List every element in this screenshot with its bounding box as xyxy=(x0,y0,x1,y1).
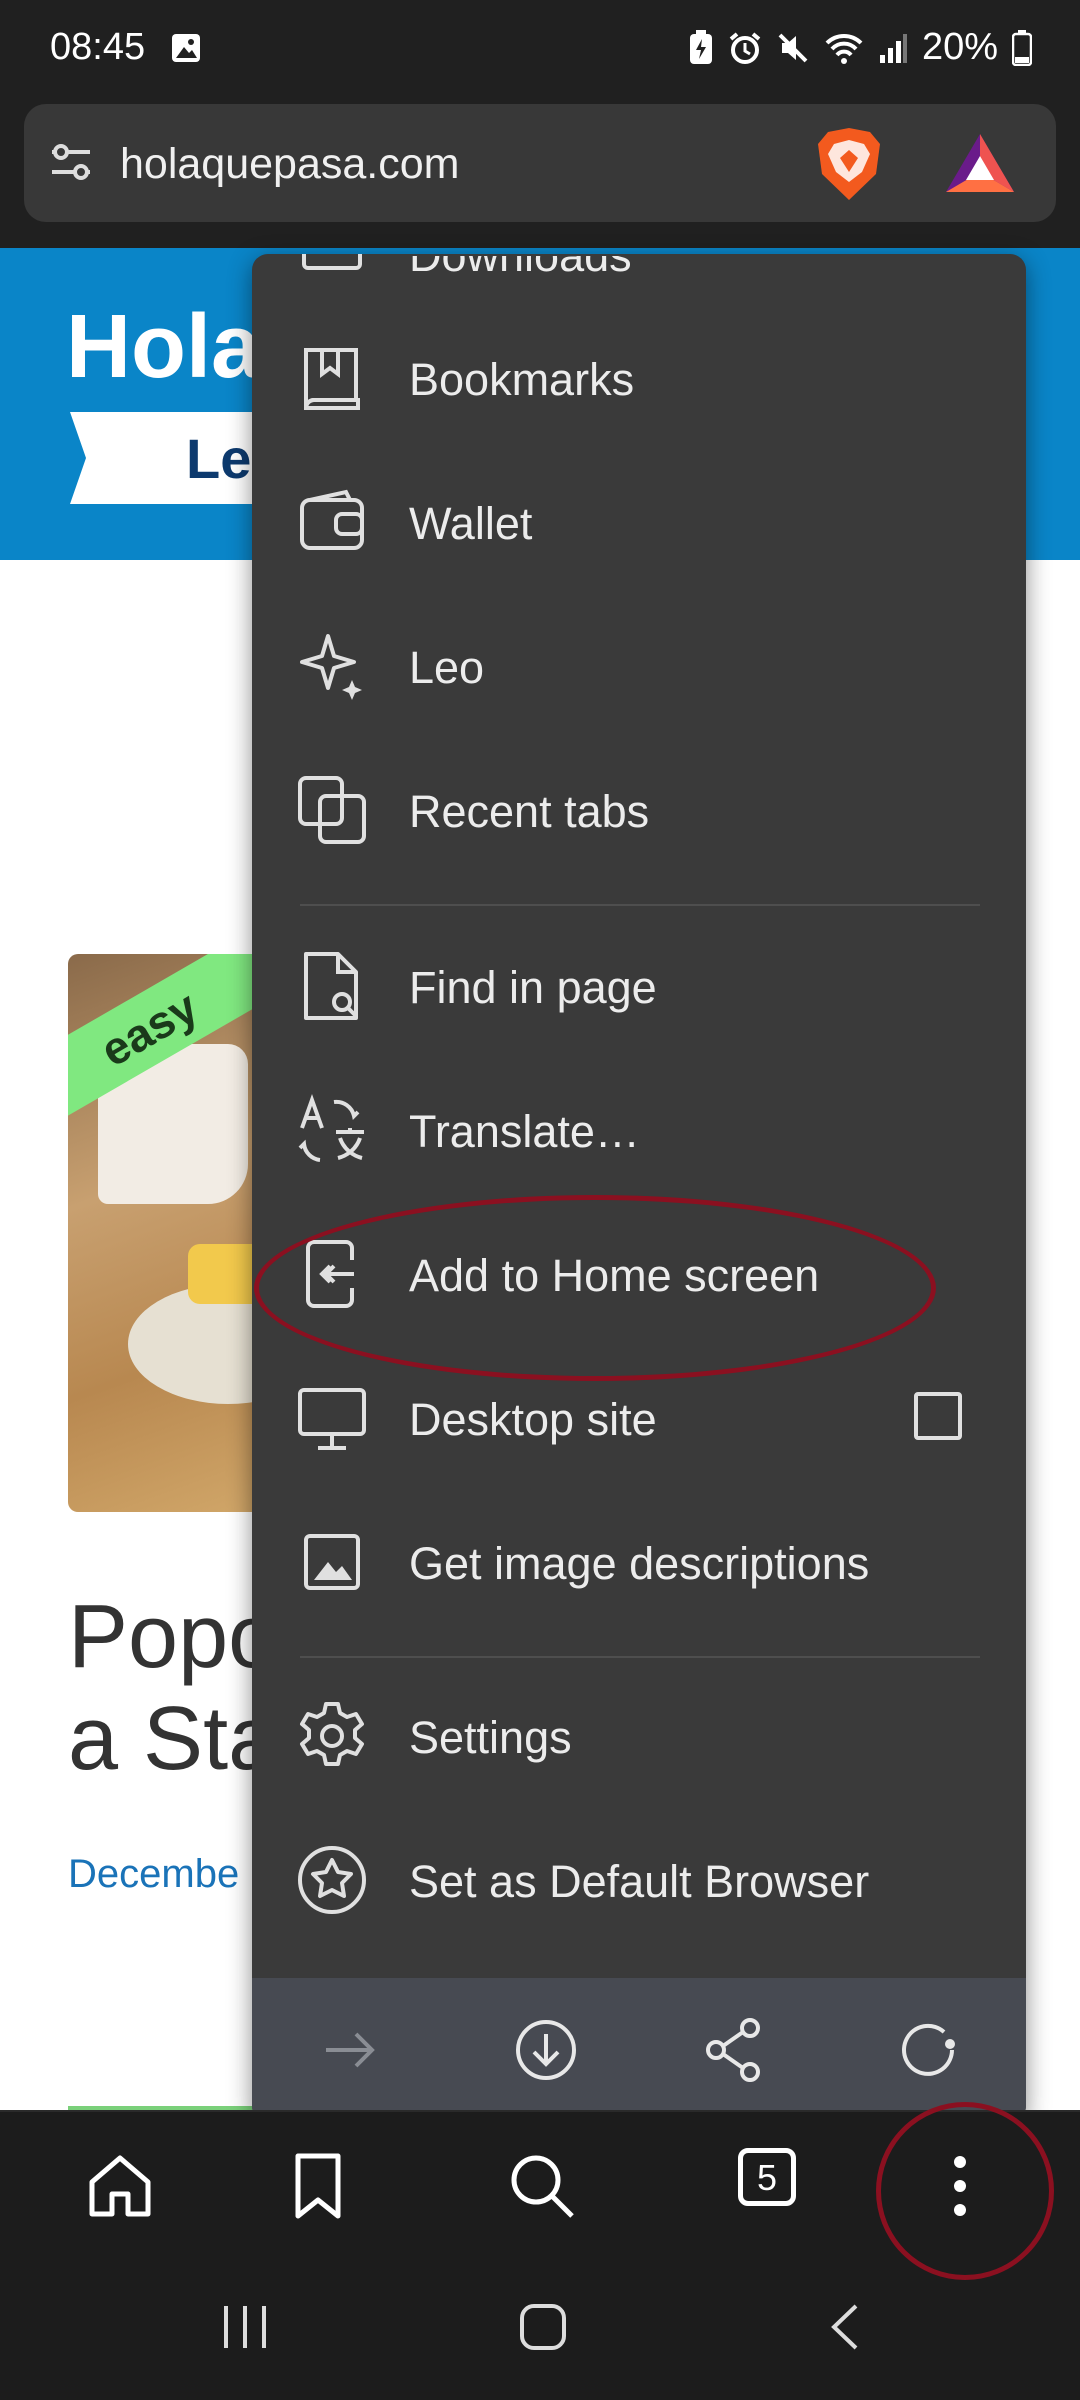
address-bar-container: holaquepasa.com xyxy=(0,100,1080,248)
brave-rewards-icon[interactable] xyxy=(944,132,1016,194)
translate-icon xyxy=(296,1094,368,1166)
desktop-icon xyxy=(296,1382,368,1454)
search-icon[interactable] xyxy=(504,2148,580,2224)
star-badge-icon xyxy=(296,1844,368,1916)
battery-icon xyxy=(1012,29,1032,66)
annotation-circle-add-to-home xyxy=(254,1195,936,1381)
status-bar: 08:45 20% xyxy=(0,0,1080,100)
status-time: 08:45 xyxy=(50,26,146,68)
menu-item-bookmarks[interactable]: Bookmarks xyxy=(252,310,1026,442)
share-icon[interactable] xyxy=(698,2014,770,2086)
menu-item-label: Get image descriptions xyxy=(409,1538,870,1589)
menu-item-leo[interactable]: Leo xyxy=(252,598,1026,730)
signal-icon xyxy=(878,31,908,65)
annotation-circle-menu-button xyxy=(876,2102,1054,2280)
menu-item-settings[interactable]: Settings xyxy=(252,1668,1026,1800)
menu-item-recent-tabs[interactable]: Recent tabs xyxy=(252,742,1026,874)
bookmark-icon[interactable] xyxy=(280,2148,356,2224)
recents-nav-icon[interactable] xyxy=(220,2302,270,2352)
reload-icon[interactable] xyxy=(892,2014,964,2086)
article-date[interactable]: Decembe xyxy=(68,1852,239,1897)
menu-item-image-descriptions[interactable]: Get image descriptions xyxy=(252,1494,1026,1626)
mute-icon xyxy=(776,31,810,65)
back-nav-icon[interactable] xyxy=(826,2302,866,2352)
menu-item-label: Wallet xyxy=(409,498,533,549)
site-settings-icon[interactable] xyxy=(48,142,94,182)
menu-footer-actions xyxy=(252,1978,1026,2122)
wallet-icon xyxy=(296,486,368,558)
desktop-site-checkbox[interactable] xyxy=(914,1392,962,1440)
find-in-page-icon xyxy=(296,950,368,1022)
menu-item-label: Find in page xyxy=(409,962,657,1013)
battery-saver-icon xyxy=(688,29,714,66)
gallery-notification-icon xyxy=(170,32,202,64)
site-logo[interactable]: Hola xyxy=(66,296,261,399)
menu-item-label: Leo xyxy=(409,642,485,693)
article-title-line1[interactable]: Popo xyxy=(68,1586,278,1689)
battery-percent: 20% xyxy=(921,26,998,68)
menu-item-find-in-page[interactable]: Find in page xyxy=(252,918,1026,1050)
menu-item-label: Desktop site xyxy=(409,1394,657,1445)
menu-item-label: Recent tabs xyxy=(409,786,650,837)
leo-sparkle-icon xyxy=(296,630,368,702)
home-icon[interactable] xyxy=(82,2148,158,2224)
menu-divider xyxy=(300,1656,980,1658)
menu-item-default-browser[interactable]: Set as Default Browser xyxy=(252,1812,1026,1944)
alarm-icon xyxy=(728,31,762,65)
downloads-icon xyxy=(296,254,368,274)
download-icon[interactable] xyxy=(510,2014,582,2086)
menu-item-wallet[interactable]: Wallet xyxy=(252,454,1026,586)
image-icon xyxy=(296,1526,368,1598)
menu-item-label: Set as Default Browser xyxy=(409,1856,870,1907)
address-bar[interactable]: holaquepasa.com xyxy=(24,104,1056,222)
menu-item-label: Translate… xyxy=(409,1106,640,1157)
url-text[interactable]: holaquepasa.com xyxy=(120,140,459,189)
recent-tabs-icon xyxy=(296,774,368,846)
gear-icon xyxy=(296,1700,368,1772)
article-title-line2[interactable]: a Sta xyxy=(68,1688,278,1791)
bookmarks-icon xyxy=(296,342,368,414)
tabs-count-button[interactable]: 5 xyxy=(738,2148,796,2206)
overflow-menu: Downloads Bookmarks Wallet Leo Recent ta… xyxy=(252,254,1026,2122)
menu-item-label: Settings xyxy=(409,1712,572,1763)
menu-item-translate[interactable]: Translate… xyxy=(252,1062,1026,1194)
forward-arrow-icon[interactable] xyxy=(314,2014,386,2086)
home-nav-icon[interactable] xyxy=(518,2302,568,2352)
system-nav-bar xyxy=(0,2256,1080,2400)
brave-shields-icon[interactable] xyxy=(814,126,884,202)
wifi-icon xyxy=(824,31,864,65)
menu-item-label: Bookmarks xyxy=(409,354,635,405)
menu-divider xyxy=(300,904,980,906)
downloads-label-partial: Downloads xyxy=(409,254,632,281)
